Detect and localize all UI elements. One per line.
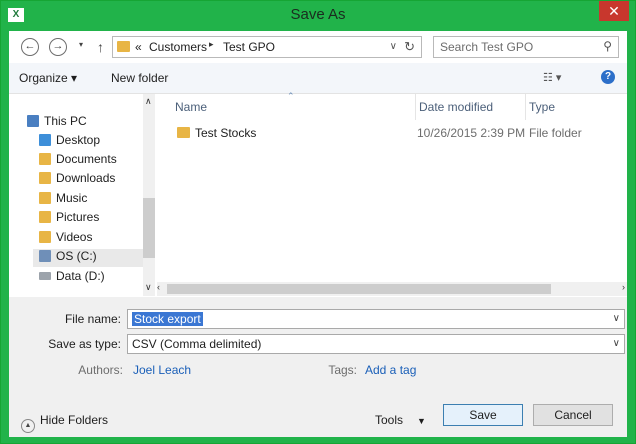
column-divider[interactable] xyxy=(415,94,416,120)
nav-label: Data (D:) xyxy=(56,269,105,283)
save-type-value: CSV (Comma delimited) xyxy=(132,337,262,351)
address-dropdown-icon[interactable]: ∨ xyxy=(390,41,397,52)
nav-item-desktop[interactable]: Desktop xyxy=(39,133,100,151)
column-header-type[interactable]: Type xyxy=(529,100,555,114)
file-list-scrollbar[interactable]: ‹ › xyxy=(157,282,627,296)
nav-item-music[interactable]: Music xyxy=(39,191,87,209)
file-name-field[interactable]: Stock export ∨ xyxy=(127,309,625,329)
nav-item-downloads[interactable]: Downloads xyxy=(39,171,115,189)
save-as-dialog: X Save As ✕ ← → ▾ ↑ « Customers ▸ Test G… xyxy=(0,0,636,444)
list-item[interactable]: Test Stocks 10/26/2015 2:39 PM File fold… xyxy=(173,124,613,144)
breadcrumb-separator-icon[interactable]: ▸ xyxy=(209,39,214,50)
scroll-thumb[interactable] xyxy=(143,198,155,258)
back-arrow-icon: ← xyxy=(24,40,36,52)
close-icon: ✕ xyxy=(608,3,620,19)
nav-label: Desktop xyxy=(56,133,101,147)
nav-label: This PC xyxy=(44,114,87,128)
tags-value[interactable]: Add a tag xyxy=(365,363,416,377)
scroll-right-icon[interactable]: › xyxy=(622,282,625,292)
address-bar[interactable]: « Customers ▸ Test GPO ∨ ↻ xyxy=(112,36,422,58)
breadcrumb-customers[interactable]: Customers xyxy=(149,40,207,54)
navigation-pane: This PC Desktop Documents Downloads Musi… xyxy=(9,94,157,296)
nav-label: Documents xyxy=(56,152,117,166)
save-type-select[interactable]: CSV (Comma delimited) ∨ xyxy=(127,334,625,354)
nav-item-this-pc[interactable]: This PC xyxy=(27,114,87,132)
scroll-left-icon[interactable]: ‹ xyxy=(157,282,160,292)
computer-icon xyxy=(27,115,39,127)
column-header-name[interactable]: Name xyxy=(175,100,207,114)
save-button[interactable]: Save xyxy=(443,404,523,426)
nav-scrollbar[interactable]: ∧ ∨ xyxy=(143,94,155,296)
scroll-thumb[interactable] xyxy=(167,284,551,294)
nav-item-documents[interactable]: Documents xyxy=(39,152,117,170)
dialog-title: Save As xyxy=(290,6,346,23)
address-row: ← → ▾ ↑ « Customers ▸ Test GPO ∨ ↻ Searc… xyxy=(9,31,627,63)
folder-icon xyxy=(117,41,130,52)
breadcrumb-test-gpo[interactable]: Test GPO xyxy=(223,40,275,54)
music-icon xyxy=(39,192,51,204)
dialog-client: ← → ▾ ↑ « Customers ▸ Test GPO ∨ ↻ Searc… xyxy=(9,31,627,437)
authors-value[interactable]: Joel Leach xyxy=(133,363,191,377)
pictures-icon xyxy=(39,211,51,223)
nav-label: Downloads xyxy=(56,171,116,185)
documents-icon xyxy=(39,153,51,165)
save-form: File name: Stock export ∨ Save as type: … xyxy=(9,297,627,437)
help-icon[interactable]: ? xyxy=(601,70,615,84)
authors-label: Authors: xyxy=(78,363,123,377)
file-name-value[interactable]: Stock export xyxy=(132,312,203,326)
organize-button[interactable]: Organize ▾ xyxy=(19,71,77,85)
tools-label: Tools xyxy=(375,413,404,427)
tools-button[interactable]: Tools ▼ xyxy=(375,413,426,427)
tags-label: Tags: xyxy=(328,363,357,377)
scroll-down-icon[interactable]: ∨ xyxy=(145,282,152,293)
nav-item-videos[interactable]: Videos xyxy=(39,230,92,248)
save-type-dropdown-icon[interactable]: ∨ xyxy=(613,338,620,349)
refresh-icon[interactable]: ↻ xyxy=(404,39,415,55)
sort-up-icon: ⌃ xyxy=(287,91,295,101)
tools-dropdown-icon: ▼ xyxy=(417,416,426,426)
nav-item-data-d[interactable]: Data (D:) xyxy=(39,269,105,287)
scroll-up-icon[interactable]: ∧ xyxy=(145,96,152,107)
search-box[interactable]: Search Test GPO ⚲ xyxy=(433,36,619,58)
collapse-icon: ▲ xyxy=(21,419,35,433)
search-icon[interactable]: ⚲ xyxy=(603,39,612,53)
downloads-icon xyxy=(39,172,51,184)
close-button[interactable]: ✕ xyxy=(599,1,629,21)
nav-item-pictures[interactable]: Pictures xyxy=(39,210,99,228)
nav-label: Music xyxy=(56,191,88,205)
recent-locations-icon[interactable]: ▾ xyxy=(79,40,83,49)
file-list: Name ⌃ Date modified Type Test Stocks 10… xyxy=(157,91,627,296)
nav-label: Pictures xyxy=(56,210,100,224)
folder-icon xyxy=(177,127,190,138)
forward-button[interactable]: → xyxy=(49,38,67,56)
column-header-date[interactable]: Date modified xyxy=(419,100,493,114)
file-date: 10/26/2015 2:39 PM xyxy=(417,126,526,140)
nav-item-os-c[interactable]: OS (C:) xyxy=(33,249,149,267)
forward-arrow-icon: → xyxy=(52,40,64,52)
videos-icon xyxy=(39,231,51,243)
hide-folders-label: Hide Folders xyxy=(40,413,109,427)
drive-c-icon xyxy=(39,250,51,262)
cancel-button[interactable]: Cancel xyxy=(533,404,613,426)
drive-d-icon xyxy=(39,272,51,280)
desktop-icon xyxy=(39,134,51,146)
file-name-label: File name: xyxy=(64,312,121,326)
breadcrumb-prefix[interactable]: « xyxy=(135,40,142,54)
new-folder-button[interactable]: New folder xyxy=(111,71,168,85)
file-name: Test Stocks xyxy=(195,126,257,140)
up-button[interactable]: ↑ xyxy=(97,39,104,55)
command-bar: Organize ▾ New folder ☷ ▾ ? xyxy=(9,63,627,94)
nav-label: OS (C:) xyxy=(56,249,97,263)
column-divider[interactable] xyxy=(525,94,526,120)
title-bar: X Save As ✕ xyxy=(1,1,635,31)
nav-label: Videos xyxy=(56,230,93,244)
search-placeholder: Search Test GPO xyxy=(440,40,534,54)
back-button[interactable]: ← xyxy=(21,38,39,56)
save-type-label: Save as type: xyxy=(48,337,121,351)
file-type: File folder xyxy=(529,126,582,140)
hide-folders-button[interactable]: ▲ Hide Folders xyxy=(21,413,108,433)
file-name-dropdown-icon[interactable]: ∨ xyxy=(613,313,620,324)
view-options-icon[interactable]: ☷ ▾ xyxy=(543,71,561,84)
